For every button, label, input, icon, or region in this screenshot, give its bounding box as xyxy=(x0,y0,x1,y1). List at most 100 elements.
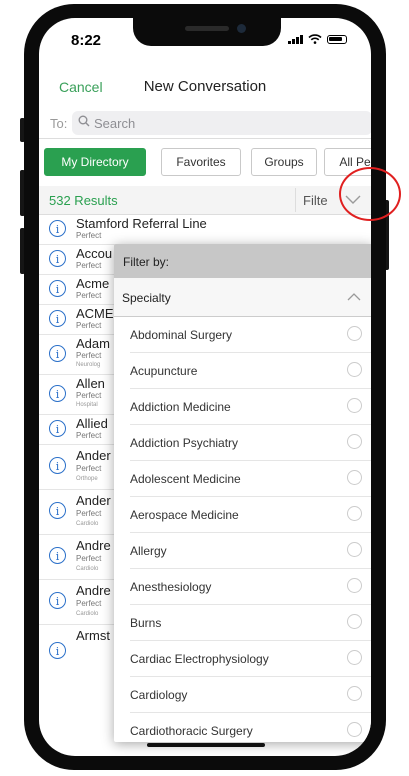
results-count: 532 Results xyxy=(49,193,118,208)
info-icon[interactable]: i xyxy=(49,280,66,297)
to-label: To: xyxy=(50,116,68,131)
radio-button[interactable] xyxy=(347,650,362,665)
chevron-up-icon xyxy=(347,293,361,301)
contact-org: Perfect xyxy=(76,391,102,400)
info-icon[interactable]: i xyxy=(49,345,66,362)
home-indicator[interactable] xyxy=(147,743,265,747)
info-icon[interactable]: i xyxy=(49,220,66,237)
tab-my-directory[interactable]: My Directory xyxy=(44,148,146,176)
filter-option[interactable]: Acupuncture xyxy=(130,352,371,389)
battery-icon xyxy=(327,35,347,44)
filter-option-label: Addiction Medicine xyxy=(130,400,231,414)
contact-specialty: Cardiolo xyxy=(76,611,99,617)
filter-option[interactable]: Addiction Psychiatry xyxy=(130,424,371,461)
contact-org: Perfect xyxy=(76,291,102,300)
specialty-section-label: Specialty xyxy=(122,291,171,305)
radio-button[interactable] xyxy=(347,506,362,521)
radio-button[interactable] xyxy=(347,326,362,341)
phone-frame: 8:22 New Conversation Cancel To: Search xyxy=(24,4,386,770)
search-input[interactable]: Search xyxy=(72,111,371,135)
filter-option[interactable]: Aerospace Medicine xyxy=(130,496,371,533)
filter-option[interactable]: Cardiology xyxy=(130,676,371,713)
contact-specialty: Cardiolo xyxy=(76,521,99,527)
contact-name: Allen xyxy=(76,376,105,391)
filter-option-label: Aerospace Medicine xyxy=(130,508,239,522)
filter-header: Filter by: xyxy=(114,244,371,278)
contact-specialty: Cardiolo xyxy=(76,566,99,572)
radio-button[interactable] xyxy=(347,686,362,701)
contact-specialty: Hospital xyxy=(76,402,98,408)
info-icon[interactable]: i xyxy=(49,502,66,519)
info-icon[interactable]: i xyxy=(49,457,66,474)
filter-option-label: Addiction Psychiatry xyxy=(130,436,239,450)
navigation-bar: New Conversation Cancel xyxy=(39,74,371,104)
filter-option-label: Adolescent Medicine xyxy=(130,472,241,486)
speaker xyxy=(185,26,229,31)
filter-option[interactable]: Adolescent Medicine xyxy=(130,460,371,497)
filter-option[interactable]: Addiction Medicine xyxy=(130,388,371,425)
radio-button[interactable] xyxy=(347,578,362,593)
filter-option[interactable]: Burns xyxy=(130,604,371,641)
filter-option[interactable]: Anesthesiology xyxy=(130,568,371,605)
contact-org: Perfect xyxy=(76,231,102,240)
info-icon[interactable]: i xyxy=(49,385,66,402)
filter-option-label: Acupuncture xyxy=(130,364,198,378)
filter-label[interactable]: Filte xyxy=(303,193,328,208)
contact-org: Perfect xyxy=(76,431,102,440)
contact-name: Stamford Referral Line xyxy=(76,216,207,231)
contact-name: Andre xyxy=(76,583,111,598)
radio-button[interactable] xyxy=(347,542,362,557)
radio-button[interactable] xyxy=(347,722,362,737)
contact-name: Andre xyxy=(76,538,111,553)
contact-name: Armst xyxy=(76,628,110,643)
info-icon[interactable]: i xyxy=(49,592,66,609)
contact-org: Perfect xyxy=(76,599,102,608)
front-camera xyxy=(237,24,246,33)
filter-option[interactable]: Abdominal Surgery xyxy=(130,316,371,353)
results-bar: 532 Results Filte xyxy=(39,186,371,215)
contact-name: Ander xyxy=(76,448,111,463)
filter-dropdown: Filter by: Specialty Abdominal Surgery A… xyxy=(114,244,371,742)
recipient-bar: To: Search xyxy=(39,108,371,139)
filter-option[interactable]: Cardiac Electrophysiology xyxy=(130,640,371,677)
filter-option[interactable]: Allergy xyxy=(130,532,371,569)
highlight-circle-annotation xyxy=(339,167,401,221)
contact-specialty: Orthope xyxy=(76,476,98,482)
filter-header-label: Filter by: xyxy=(123,255,170,269)
notch xyxy=(133,18,281,46)
status-time: 8:22 xyxy=(71,32,102,49)
info-icon[interactable]: i xyxy=(49,250,66,267)
contact-org: Perfect xyxy=(76,509,102,518)
radio-button[interactable] xyxy=(347,470,362,485)
radio-button[interactable] xyxy=(347,398,362,413)
radio-button[interactable] xyxy=(347,614,362,629)
list-item[interactable]: i Stamford Referral Line Perfect xyxy=(39,214,371,245)
contact-org: Perfect xyxy=(76,261,102,270)
contact-org: Perfect xyxy=(76,321,102,330)
info-icon[interactable]: i xyxy=(49,310,66,327)
search-icon xyxy=(78,115,90,127)
info-icon[interactable]: i xyxy=(49,420,66,437)
filter-option-label: Burns xyxy=(130,616,162,630)
phone-screen: 8:22 New Conversation Cancel To: Search xyxy=(39,18,371,756)
tab-favorites[interactable]: Favorites xyxy=(161,148,241,176)
radio-button[interactable] xyxy=(347,362,362,377)
radio-button[interactable] xyxy=(347,434,362,449)
contact-org: Perfect xyxy=(76,464,102,473)
info-icon[interactable]: i xyxy=(49,642,66,659)
filter-option-label: Abdominal Surgery xyxy=(130,328,233,342)
search-placeholder: Search xyxy=(94,116,136,131)
filter-option-label: Allergy xyxy=(130,544,167,558)
filter-option-label: Anesthesiology xyxy=(130,580,212,594)
cancel-button[interactable]: Cancel xyxy=(59,79,103,95)
contact-name: Allied xyxy=(76,416,108,431)
specialty-section-toggle[interactable]: Specialty xyxy=(114,278,371,317)
filter-option-label: Cardiothoracic Surgery xyxy=(130,724,253,738)
contact-specialty: Neurolog xyxy=(76,362,101,368)
filter-option-label: Cardiac Electrophysiology xyxy=(130,652,269,666)
filter-option[interactable]: Cardiothoracic Surgery xyxy=(130,712,371,742)
contact-name: ACME xyxy=(76,306,114,321)
status-icons xyxy=(288,34,347,44)
info-icon[interactable]: i xyxy=(49,547,66,564)
tab-groups[interactable]: Groups xyxy=(251,148,317,176)
